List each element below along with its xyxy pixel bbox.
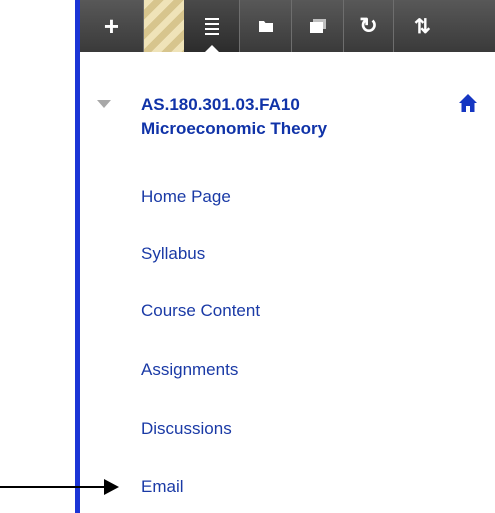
course-name: Microeconomic Theory — [141, 119, 328, 138]
home-icon[interactable] — [458, 93, 478, 113]
window-view-button[interactable] — [292, 0, 344, 52]
refresh-icon: ↻ — [359, 13, 378, 38]
menu-item-home-page[interactable]: Home Page — [141, 187, 231, 207]
add-button[interactable]: + — [80, 0, 144, 52]
pointer-arrow-line — [0, 486, 106, 488]
menu-item-course-content[interactable]: Course Content — [141, 301, 260, 321]
plus-icon: + — [103, 10, 120, 41]
refresh-button[interactable]: ↻ — [344, 0, 394, 52]
sort-icon: ⇅ — [414, 15, 431, 38]
course-code: AS.180.301.03.FA10 — [141, 95, 300, 114]
window-icon — [309, 19, 326, 33]
menu-item-assignments[interactable]: Assignments — [141, 360, 238, 380]
folder-view-button[interactable] — [240, 0, 292, 52]
active-notch — [203, 45, 220, 53]
list-icon — [204, 15, 219, 38]
sidebar-border — [75, 0, 80, 513]
sort-button[interactable]: ⇅ — [394, 0, 495, 52]
course-sidebar-page: + ↻ ⇅ AS.180.301.03.FA10 Microeconomic T… — [0, 0, 495, 513]
menu-item-discussions[interactable]: Discussions — [141, 419, 232, 439]
hatched-separator — [144, 0, 184, 52]
list-view-button[interactable] — [184, 0, 240, 53]
folder-icon — [258, 21, 273, 32]
menu-item-email[interactable]: Email — [141, 477, 184, 497]
pointer-arrow-icon — [104, 479, 119, 495]
triangle-down-icon[interactable] — [97, 100, 111, 108]
menu-item-syllabus[interactable]: Syllabus — [141, 244, 205, 264]
course-toolbar: + ↻ ⇅ — [80, 0, 495, 53]
course-title-link[interactable]: AS.180.301.03.FA10 Microeconomic Theory — [141, 93, 441, 141]
